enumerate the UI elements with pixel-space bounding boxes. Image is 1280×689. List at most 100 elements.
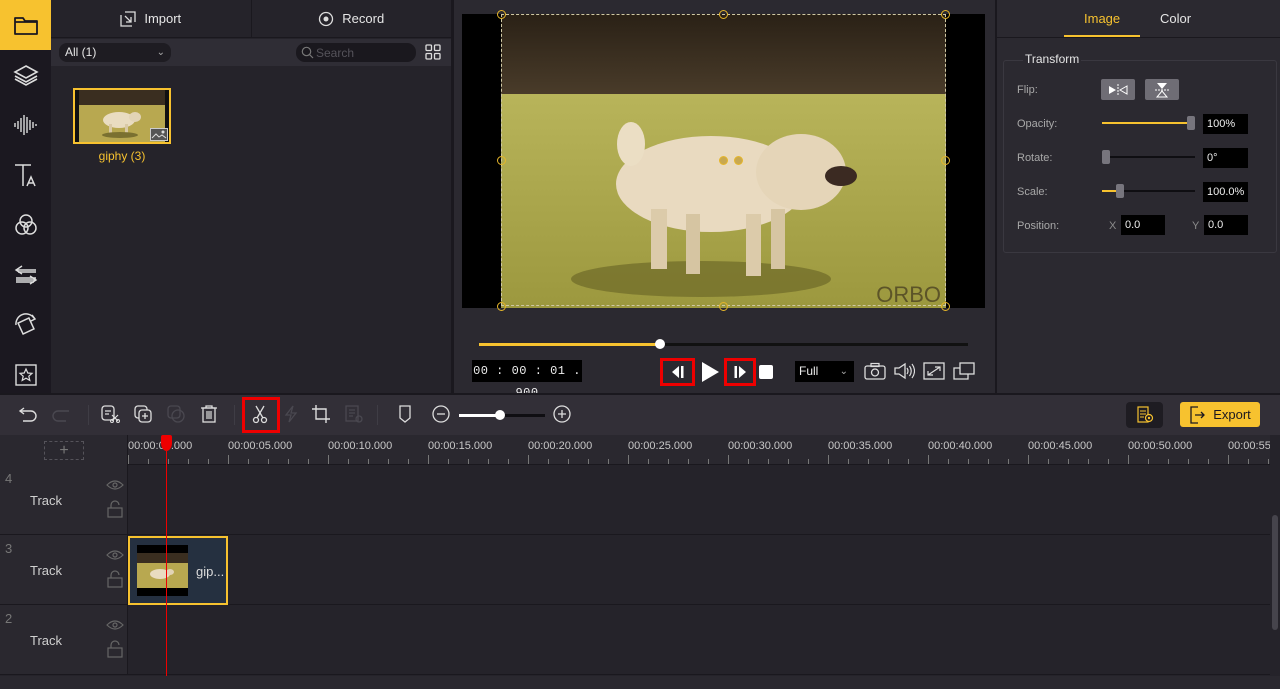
scale-slider[interactable]	[1102, 184, 1195, 198]
undo-button[interactable]	[17, 403, 39, 425]
timeline-clip[interactable]: gip...	[128, 536, 228, 605]
track-lane[interactable]	[128, 465, 1270, 535]
stop-button[interactable]	[758, 358, 774, 386]
scale-slider-knob[interactable]	[1116, 184, 1125, 198]
opacity-slider-knob[interactable]	[1187, 116, 1195, 130]
rotate-value-field[interactable]: 0°	[1203, 148, 1248, 168]
resize-handle[interactable]	[497, 10, 506, 19]
zoom-slider-knob[interactable]	[495, 410, 506, 420]
media-thumbnail[interactable]	[73, 88, 171, 144]
timeline-vertical-scrollbar[interactable]	[1270, 465, 1280, 689]
lightning-icon	[284, 405, 298, 423]
crop-button[interactable]	[310, 403, 332, 425]
unlock-icon[interactable]	[107, 570, 123, 588]
sidebar-item-overlays[interactable]	[0, 300, 51, 350]
tab-color[interactable]: Color	[1160, 11, 1191, 26]
sidebar-item-layers[interactable]	[0, 50, 51, 100]
volume-icon[interactable]	[893, 362, 915, 380]
import-button[interactable]: Import	[51, 0, 251, 37]
chevron-down-icon: ⌄	[839, 366, 848, 377]
playback-scrubber[interactable]	[479, 339, 968, 349]
tab-image[interactable]: Image	[1084, 11, 1120, 26]
ruler-tick	[1108, 459, 1109, 464]
resize-handle[interactable]	[941, 302, 950, 311]
opacity-slider[interactable]	[1102, 116, 1195, 130]
duplicate-button[interactable]	[132, 403, 154, 425]
flip-horizontal-button[interactable]	[1101, 79, 1135, 100]
mosaic-button[interactable]	[165, 403, 187, 425]
position-y-field[interactable]: 0.0	[1204, 215, 1248, 235]
sidebar-rail	[0, 0, 51, 393]
record-button[interactable]: Record	[250, 0, 452, 37]
record-icon	[319, 11, 334, 26]
sidebar-item-text[interactable]	[0, 150, 51, 200]
speed-button[interactable]	[280, 403, 302, 425]
playhead-handle[interactable]	[161, 435, 172, 451]
clip-settings-button[interactable]	[343, 403, 365, 425]
play-button[interactable]	[697, 358, 723, 386]
search-input[interactable]	[316, 45, 411, 60]
clip-settings-icon	[345, 405, 363, 423]
position-x-field[interactable]: 0.0	[1121, 215, 1165, 235]
add-track-button[interactable]: +	[44, 441, 84, 460]
track-lane[interactable]	[128, 535, 1270, 605]
detach-audio-button[interactable]	[99, 403, 121, 425]
redo-button[interactable]	[50, 403, 72, 425]
resize-handle[interactable]	[497, 302, 506, 311]
snapshot-camera-icon[interactable]	[864, 362, 886, 380]
export-settings-button[interactable]	[1126, 402, 1163, 428]
unlock-icon[interactable]	[107, 640, 123, 658]
resize-handle[interactable]	[719, 302, 728, 311]
sidebar-item-transitions[interactable]	[0, 250, 51, 300]
resize-handle[interactable]	[941, 156, 950, 165]
scrubber-knob[interactable]	[654, 339, 665, 349]
timeline-zoom-slider[interactable]	[459, 410, 545, 420]
opacity-value-field[interactable]: 100%	[1203, 114, 1248, 134]
ruler-tick	[128, 455, 129, 464]
rotate-slider-knob[interactable]	[1102, 150, 1110, 164]
resize-handle[interactable]	[719, 10, 728, 19]
zoom-out-button[interactable]	[430, 403, 452, 425]
horizontal-scrollbar[interactable]	[0, 676, 1280, 689]
anchor-handle[interactable]	[719, 156, 728, 165]
track-lane[interactable]	[128, 605, 1270, 675]
grid-view-icon[interactable]	[425, 44, 441, 60]
previous-frame-button[interactable]	[660, 358, 695, 386]
play-icon	[702, 362, 719, 382]
media-filter-dropdown[interactable]: All (1) ⌄	[59, 43, 171, 62]
unlock-icon[interactable]	[107, 500, 123, 518]
zoom-in-button[interactable]	[551, 403, 573, 425]
resize-handle[interactable]	[941, 10, 950, 19]
flip-vertical-button[interactable]	[1145, 79, 1179, 100]
pop-out-window-icon[interactable]	[953, 362, 975, 380]
resize-handle[interactable]	[497, 156, 506, 165]
rotate-slider[interactable]	[1102, 150, 1195, 164]
playhead-line[interactable]	[166, 451, 167, 689]
sidebar-item-filters[interactable]	[0, 200, 51, 250]
sidebar-item-audio[interactable]	[0, 100, 51, 150]
scissors-icon	[252, 405, 268, 424]
sidebar-item-media[interactable]	[0, 0, 51, 50]
next-frame-button[interactable]	[724, 358, 756, 386]
marker-button[interactable]	[394, 403, 416, 425]
preview-quality-dropdown[interactable]: Full ⌄	[795, 361, 854, 382]
split-button[interactable]	[249, 403, 271, 425]
ruler-label: 00:00:30.000	[728, 440, 793, 452]
eye-icon[interactable]	[106, 619, 124, 631]
fullscreen-icon[interactable]	[923, 362, 945, 380]
transform-title: Transform	[1023, 52, 1082, 66]
time-ruler[interactable]: 00:00:00.000 00:00:05.000 00:00:10.000 00:0…	[128, 435, 1270, 465]
eye-icon[interactable]	[106, 479, 124, 491]
scrollbar-thumb[interactable]	[1272, 515, 1278, 630]
eye-icon[interactable]	[106, 549, 124, 561]
export-button[interactable]: Export	[1180, 402, 1260, 427]
toolbar-divider	[88, 405, 89, 425]
rotate-handle[interactable]	[734, 156, 743, 165]
flip-label: Flip:	[1017, 84, 1038, 96]
scale-value-field[interactable]: 100.0%	[1203, 182, 1248, 202]
ruler-label: 00:00:20.000	[528, 440, 593, 452]
delete-button[interactable]	[198, 403, 220, 425]
clip-thumbnail	[137, 545, 188, 596]
folder-icon	[13, 17, 38, 35]
preview-canvas[interactable]: ORBO	[462, 10, 985, 311]
